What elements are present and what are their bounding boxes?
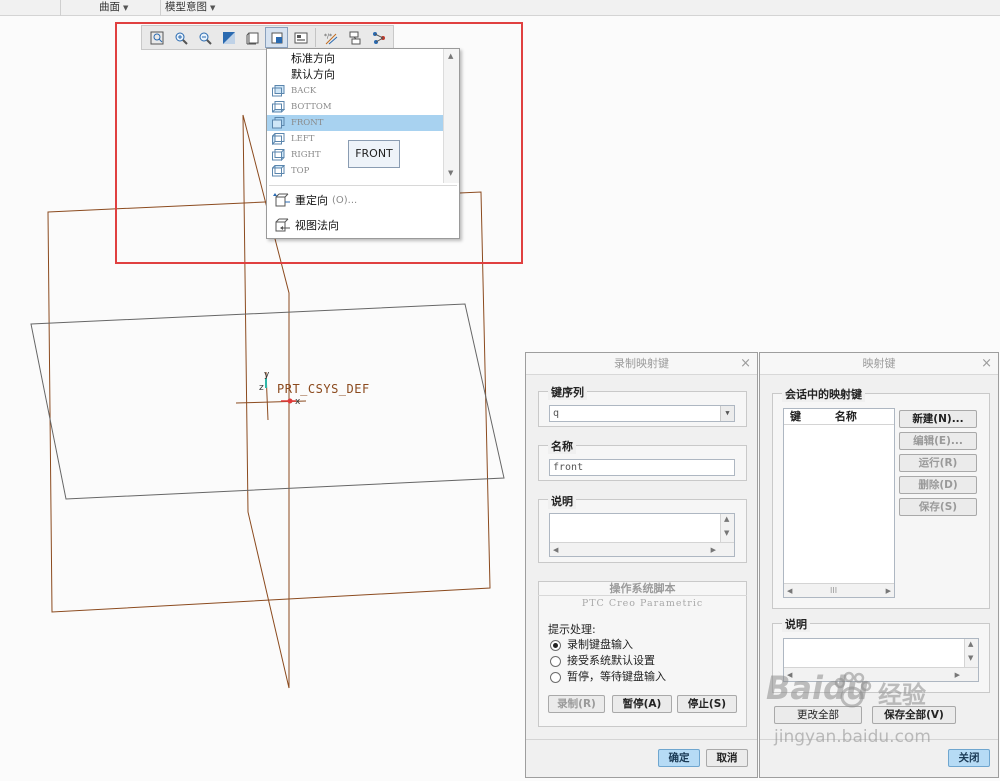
ribbon-group-model-intent[interactable]: 模型意图 ▼ xyxy=(160,0,224,16)
column-name[interactable]: 名称 xyxy=(835,410,857,423)
pause-button[interactable]: 暂停(A) xyxy=(612,695,672,713)
delete-mapkey-button[interactable]: 删除(D) xyxy=(899,476,977,494)
save-all-button[interactable]: 保存全部(V) xyxy=(872,706,956,724)
edit-mapkey-button[interactable]: 编辑(E)... xyxy=(899,432,977,450)
cancel-button[interactable]: 取消 xyxy=(706,749,748,767)
annotation-highlight-box xyxy=(115,22,523,264)
scroll-up-icon[interactable]: ▲ xyxy=(968,640,973,648)
horizontal-scrollbar[interactable]: ◀ ▶ xyxy=(784,667,978,681)
csys-y-label: y xyxy=(264,370,270,380)
radio-button[interactable] xyxy=(550,671,561,683)
name-input[interactable]: front xyxy=(549,459,735,476)
scroll-right-icon[interactable]: ▶ xyxy=(886,587,891,595)
run-mapkey-button[interactable]: 运行(R) xyxy=(899,454,977,472)
stop-button[interactable]: 停止(S) xyxy=(677,695,737,713)
radio-label: 录制键盘输入 xyxy=(567,638,633,651)
close-icon[interactable]: × xyxy=(740,353,751,375)
radio-record-keyboard[interactable]: 录制键盘输入 xyxy=(550,637,633,653)
vertical-scrollbar[interactable]: ▲ ▼ xyxy=(720,514,734,542)
os-script-tab[interactable]: 操作系统脚本 xyxy=(538,582,747,596)
scroll-down-icon[interactable]: ▼ xyxy=(968,654,973,662)
scroll-down-icon[interactable]: ▼ xyxy=(724,529,729,537)
new-mapkey-button[interactable]: 新建(N)... xyxy=(899,410,977,428)
save-mapkey-button[interactable]: 保存(S) xyxy=(899,498,977,516)
dialog-title: 录制映射键 xyxy=(526,353,757,375)
scroll-left-icon[interactable]: ◀ xyxy=(787,587,792,595)
dialog-divider xyxy=(526,739,757,740)
chevron-down-icon[interactable]: ▼ xyxy=(720,406,734,421)
key-sequence-input[interactable]: q ▼ xyxy=(549,405,735,422)
ribbon-group-label: 曲面 xyxy=(99,1,120,13)
name-label: 名称 xyxy=(548,438,576,454)
app-name-tab[interactable]: PTC Creo Parametric xyxy=(538,598,747,609)
horizontal-scrollbar[interactable]: ◀ III ▶ xyxy=(784,583,894,597)
prompt-label: 提示处理: xyxy=(548,623,596,636)
dialog-title: 映射键 xyxy=(760,353,998,375)
scroll-thumb-grip: III xyxy=(830,586,838,595)
csys-label: PRT_CSYS_DEF xyxy=(277,382,370,396)
radio-button[interactable] xyxy=(550,639,561,651)
mapkeys-list[interactable]: 键 名称 ◀ III ▶ xyxy=(783,408,895,598)
horizontal-scrollbar[interactable]: ◀ ▶ xyxy=(550,542,734,556)
scroll-up-icon[interactable]: ▲ xyxy=(724,515,729,523)
scroll-right-icon[interactable]: ▶ xyxy=(711,546,716,554)
list-header: 键 名称 xyxy=(784,409,894,425)
ok-button[interactable]: 确定 xyxy=(658,749,700,767)
close-button[interactable]: 关闭 xyxy=(948,749,990,767)
close-icon[interactable]: × xyxy=(981,353,992,375)
description-label: 说明 xyxy=(548,493,576,509)
scroll-left-icon[interactable]: ◀ xyxy=(787,671,792,679)
radio-accept-defaults[interactable]: 接受系统默认设置 xyxy=(550,653,655,669)
chevron-down-icon: ▼ xyxy=(210,4,216,12)
scroll-left-icon[interactable]: ◀ xyxy=(553,546,558,554)
radio-button[interactable] xyxy=(550,655,561,667)
ribbon-group-label: 模型意图 xyxy=(165,1,207,13)
ribbon-group-surface[interactable]: 曲面 ▼ xyxy=(60,0,160,16)
mapkeys-dialog: 映射键 × 会话中的映射键 键 名称 ◀ III ▶ 新建(N)... 编辑(E… xyxy=(759,352,999,778)
change-all-button[interactable]: 更改全部 xyxy=(774,706,862,724)
vertical-scrollbar[interactable]: ▲ ▼ xyxy=(964,639,978,667)
csys-x-label: x xyxy=(295,397,301,407)
record-button[interactable]: 录制(R) xyxy=(548,695,605,713)
mapkey-description-textarea[interactable]: ▲ ▼ ◀ ▶ xyxy=(783,638,979,682)
radio-pause-keyboard[interactable]: 暂停，等待键盘输入 xyxy=(550,669,666,685)
description-textarea[interactable]: ▲ ▼ ◀ ▶ xyxy=(549,513,735,557)
key-sequence-label: 键序列 xyxy=(548,384,587,400)
record-mapkey-dialog: 录制映射键 × 键序列 q ▼ 名称 front 说明 ▲ ▼ ◀ ▶ 操作系统… xyxy=(525,352,758,778)
key-sequence-value: q xyxy=(553,408,560,419)
column-key[interactable]: 键 xyxy=(790,410,801,423)
mapkey-description-label: 说明 xyxy=(782,616,810,632)
ribbon-bar: 曲面 ▼ 模型意图 ▼ xyxy=(0,0,1000,16)
radio-label: 暂停，等待键盘输入 xyxy=(567,670,666,683)
dialog-divider xyxy=(760,739,998,740)
radio-label: 接受系统默认设置 xyxy=(567,654,655,667)
scroll-right-icon[interactable]: ▶ xyxy=(955,671,960,679)
session-mapkeys-label: 会话中的映射键 xyxy=(782,386,865,402)
chevron-down-icon: ▼ xyxy=(123,4,129,12)
csys-z-label: z xyxy=(259,383,264,393)
